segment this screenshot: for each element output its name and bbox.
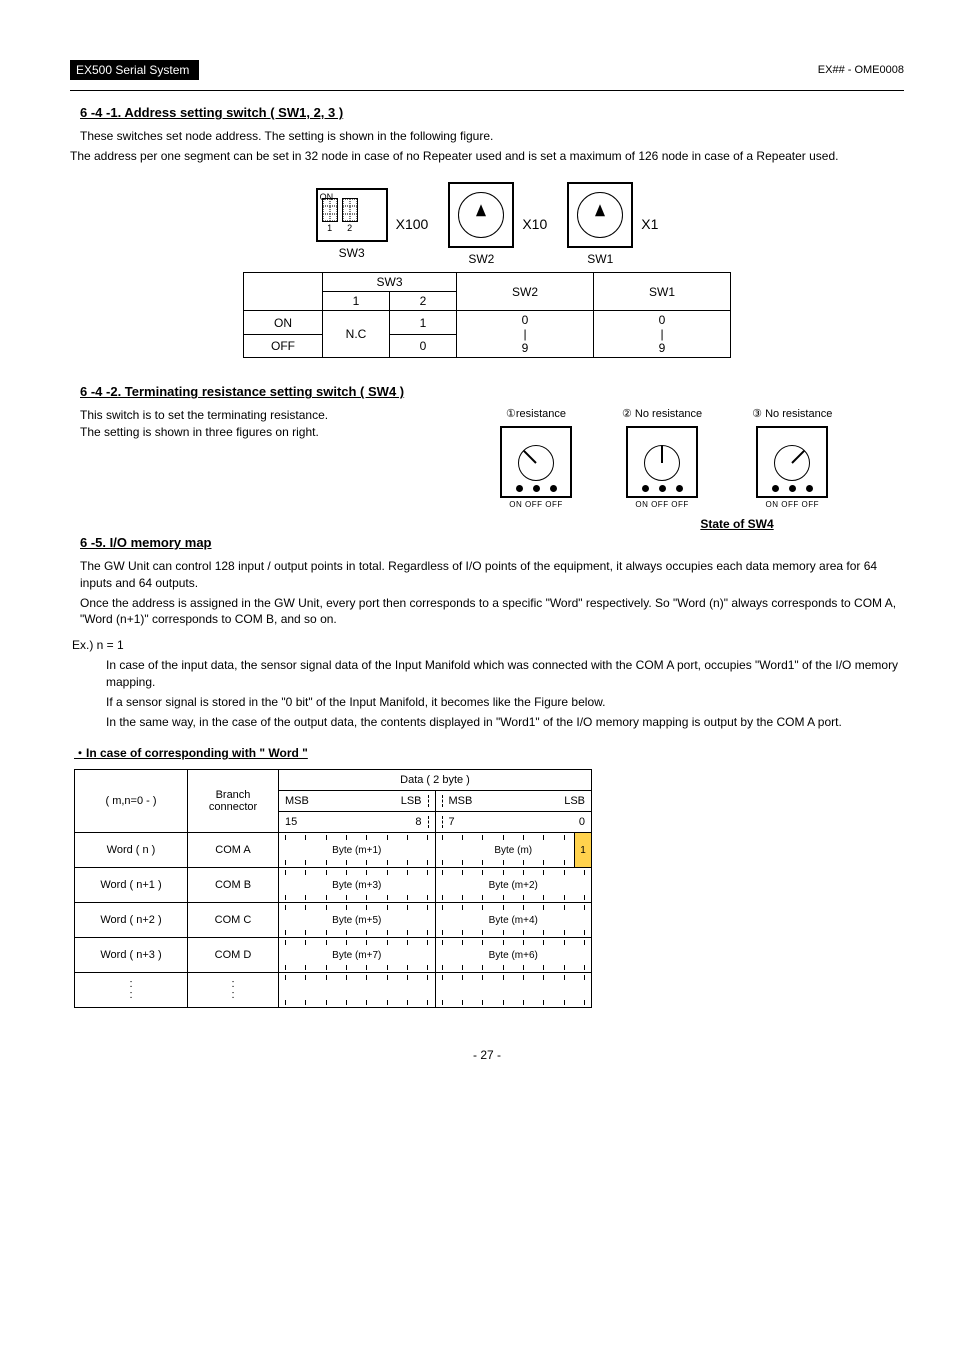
caption-sw3: SW3 (339, 246, 365, 260)
byte-hi-label: Byte (m+1) (328, 845, 385, 856)
heading-641: 6 -4 -1. Address setting switch ( SW1, 2… (80, 105, 904, 120)
th-8: 8 (415, 816, 428, 828)
byte-lo-label: Byte (m+2) (485, 880, 542, 891)
dip-num-1: 1 (327, 223, 332, 233)
cell-on-2: 1 (390, 311, 457, 335)
sw3-dip-box: ON 1 2 (316, 188, 388, 242)
p-641-1: These switches set node address. The set… (80, 128, 904, 144)
bit0-highlight: 1 (574, 833, 591, 867)
sw4-state-2: ② No resistance ON OFF OFF (622, 407, 702, 509)
th-msb1: MSB (285, 795, 309, 807)
caption-sw2: SW2 (468, 252, 494, 266)
ex-line-2: If a sensor signal is stored in the "0 b… (106, 694, 904, 710)
sw4-description: This switch is to set the terminating re… (80, 407, 480, 441)
sw4-pin-labels: ON OFF OFF (509, 500, 562, 509)
th-mn: ( m,n=0 - ) (75, 770, 188, 833)
dip-num-2: 2 (347, 223, 352, 233)
row-on: ON (244, 311, 323, 335)
dip-switch-icon (342, 198, 358, 222)
p-65-1: The GW Unit can control 128 input / outp… (80, 558, 904, 590)
th-15: 15 (285, 816, 297, 828)
byte-hi-label: Byte (m+5) (328, 915, 385, 926)
memory-map-table: ( m,n=0 - ) Branch connector Data ( 2 by… (74, 769, 592, 1008)
sw-settings-table: SW3 SW2 SW1 1 2 ON N.C 1 0 | 9 0 | 9 OFF… (243, 272, 731, 358)
th-sw3-1: 1 (323, 292, 390, 311)
cell-word: Word ( n+3 ) (75, 938, 188, 973)
byte-lo-label: Byte (m+4) (485, 915, 542, 926)
header-title: EX500 Serial System (70, 60, 199, 80)
heading-642: 6 -4 -2. Terminating resistance setting … (80, 384, 904, 399)
label-x10: X10 (522, 216, 547, 232)
cell-word: Word ( n ) (75, 833, 188, 868)
cell-dots: :: (75, 973, 188, 1008)
th-sw2: SW2 (457, 273, 594, 311)
cell-com: COM C (188, 903, 279, 938)
sw4-knob-icon (518, 445, 554, 481)
cell-dots: :: (188, 973, 279, 1008)
cell-word: Word ( n+1 ) (75, 868, 188, 903)
th-7: 7 (442, 816, 455, 828)
page-header: EX500 Serial System EX## - OME0008 (70, 60, 904, 80)
th-sw3: SW3 (323, 273, 457, 292)
rotary-dial-icon (458, 192, 504, 238)
sw4-state-1: ①resistance ON OFF OFF (500, 407, 572, 509)
th-lsb1: LSB (401, 795, 429, 807)
p-65-2: Once the address is assigned in the GW U… (80, 595, 904, 627)
caption-sw1: SW1 (587, 252, 613, 266)
th-lsb2: LSB (564, 795, 585, 807)
heading-65: 6 -5. I/O memory map (80, 535, 904, 550)
cell-com: COM B (188, 868, 279, 903)
th-msb2: MSB (442, 795, 473, 807)
cell-sw2-range: 0 | 9 (457, 311, 594, 358)
p-642-2: The setting is shown in three figures on… (80, 424, 480, 441)
byte-lo-label: Byte (m) (490, 845, 536, 856)
th-0: 0 (579, 816, 585, 828)
row-off: OFF (244, 334, 323, 358)
table-row: Word ( n+3 )COM D Byte (m+7) Byte (m+6) (75, 938, 592, 973)
sw4-label-1: ①resistance (506, 407, 566, 420)
table-row: Word ( n )COM A Byte (m+1) Byte (m) 1 (75, 833, 592, 868)
page-number: - 27 - (70, 1048, 904, 1062)
ex-line-1: In case of the input data, the sensor si… (106, 657, 904, 689)
th-sw3-2: 2 (390, 292, 457, 311)
table-row: Word ( n+2 )COM C Byte (m+5) Byte (m+4) (75, 903, 592, 938)
label-x1: X1 (641, 216, 658, 232)
table-row: Word ( n+1 )COM B Byte (m+3) Byte (m+2) (75, 868, 592, 903)
sw-diagram: ON 1 2 SW3 X100 S (70, 182, 904, 266)
ex-line-3: In the same way, in the case of the outp… (106, 714, 904, 730)
sw1-rotary-box (567, 182, 633, 248)
cell-word: Word ( n+2 ) (75, 903, 188, 938)
th-sw1: SW1 (594, 273, 731, 311)
p-641-2: The address per one segment can be set i… (70, 148, 904, 164)
sw4-knob-icon (774, 445, 810, 481)
p-642-1: This switch is to set the terminating re… (80, 407, 480, 424)
cell-com: COM D (188, 938, 279, 973)
sw4-pin-labels: ON OFF OFF (766, 500, 819, 509)
cell-sw1-range: 0 | 9 (594, 311, 731, 358)
th-data: Data ( 2 byte ) (279, 770, 592, 791)
label-x100: X100 (396, 216, 429, 232)
sw4-label-3: ③ No resistance (752, 407, 832, 420)
cell-com: COM A (188, 833, 279, 868)
byte-hi-label: Byte (m+3) (328, 880, 385, 891)
state-of-sw4: State of SW4 (570, 517, 904, 531)
byte-hi-label: Byte (m+7) (328, 950, 385, 961)
cell-nc: N.C (323, 311, 390, 358)
rotary-dial-icon (577, 192, 623, 238)
mem-caption: ・In case of corresponding with " Word " (74, 744, 904, 761)
ex-label: Ex.) n = 1 (72, 637, 904, 653)
th-branch: Branch connector (188, 770, 279, 833)
byte-lo-label: Byte (m+6) (485, 950, 542, 961)
sw4-knob-icon (644, 445, 680, 481)
header-doc-id: EX## - OME0008 (818, 64, 904, 76)
sw2-rotary-box (448, 182, 514, 248)
sw4-state-3: ③ No resistance ON OFF OFF (752, 407, 832, 509)
sw3-on-label: ON (320, 192, 334, 202)
header-divider (70, 90, 904, 91)
cell-off-2: 0 (390, 334, 457, 358)
sw4-label-2: ② No resistance (622, 407, 702, 420)
sw4-pin-labels: ON OFF OFF (635, 500, 688, 509)
